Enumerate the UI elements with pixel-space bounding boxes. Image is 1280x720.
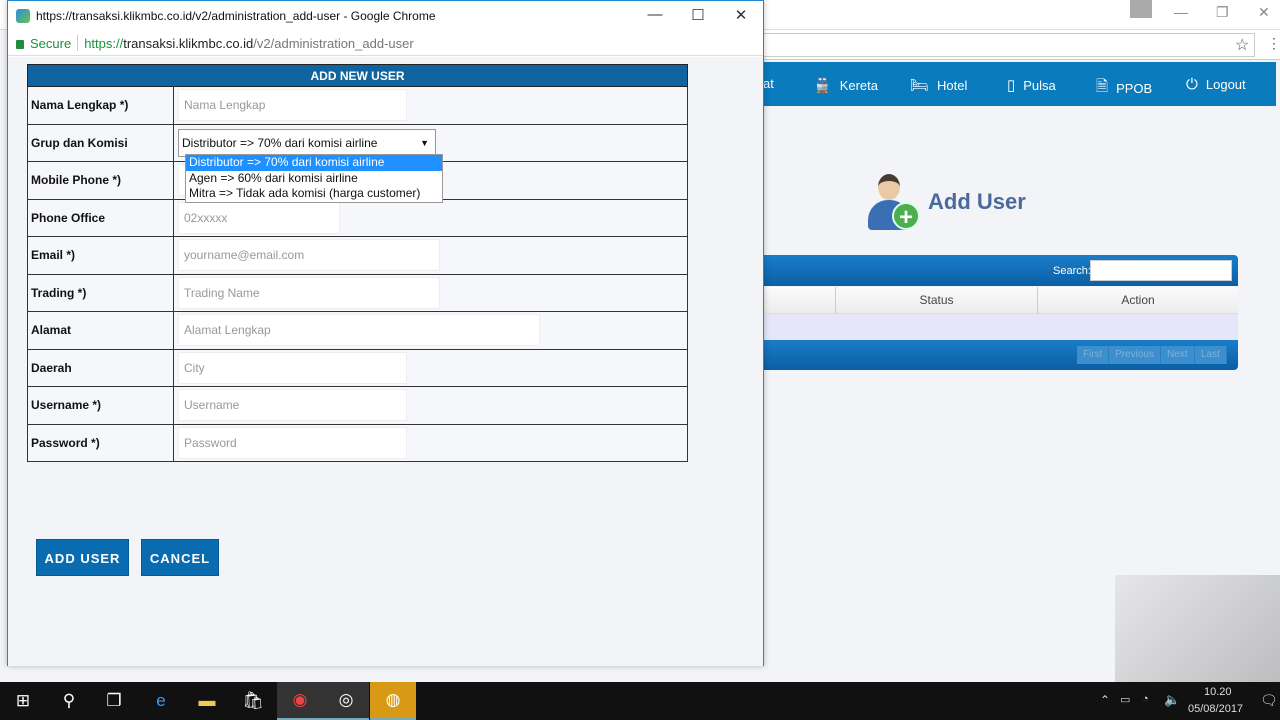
chevron-up-icon[interactable]: ⌃ bbox=[1100, 693, 1110, 707]
store-icon[interactable]: 🛍 bbox=[230, 682, 276, 720]
field-label: Nama Lengkap *) bbox=[27, 86, 174, 125]
field-label: Alamat bbox=[27, 311, 174, 350]
previous-page-button[interactable]: Previous bbox=[1109, 346, 1161, 364]
nav-item-hotel[interactable]: 🛏 Hotel bbox=[910, 76, 967, 94]
background-address-bar: ☆ ⋮ bbox=[763, 30, 1280, 60]
form-header: ADD NEW USER bbox=[27, 64, 688, 87]
trading-input[interactable] bbox=[178, 276, 440, 309]
lock-icon bbox=[16, 39, 24, 49]
field-label: Username *) bbox=[27, 386, 174, 425]
page-favicon-icon bbox=[16, 9, 30, 23]
document-icon: 🗎 bbox=[1096, 78, 1109, 95]
maximize-icon[interactable]: ☐ bbox=[683, 6, 713, 24]
column-action[interactable]: Action bbox=[1037, 287, 1238, 314]
page-title: + Add User bbox=[866, 172, 1026, 232]
password-input[interactable] bbox=[178, 426, 407, 459]
nav-item-ppob[interactable]: 🗎 PPOB bbox=[1096, 76, 1152, 101]
clock-time[interactable]: 10.20 bbox=[1204, 686, 1232, 698]
nav-item-truncated[interactable]: at bbox=[763, 76, 774, 91]
next-page-button[interactable]: Next bbox=[1161, 346, 1195, 364]
system-tray: ⌃ ▭ ◔ 🔈 10.20 05/08/2017 🗨 bbox=[1090, 682, 1280, 720]
username-input[interactable] bbox=[178, 389, 407, 422]
train-icon: 🚆 bbox=[813, 77, 832, 94]
background-nav-bar: at 🚆 Kereta 🛏 Hotel ▯ Pulsa 🗎 PPOB ⏻ Logout bbox=[763, 62, 1276, 106]
popup-address-bar[interactable]: Secure https://transaksi.klikmbc.co.id/v… bbox=[8, 31, 763, 56]
table-header: Status Action bbox=[763, 287, 1238, 314]
popup-title-bar: https://transaksi.klikmbc.co.id/v2/admin… bbox=[8, 1, 763, 31]
popup-content: ADD NEW USER Nama Lengkap *) Grup dan Ko… bbox=[8, 57, 763, 666]
nav-item-pulsa[interactable]: ▯ Pulsa bbox=[1007, 76, 1056, 94]
bed-icon: 🛏 bbox=[910, 77, 930, 94]
wifi-icon[interactable]: ◔ bbox=[1142, 693, 1149, 705]
url[interactable]: https://transaksi.klikmbc.co.id/v2/admin… bbox=[84, 36, 414, 51]
taskbar: ⊞ ⚲ ❐ e ▬ 🛍 ◉ ◎ ◍ ⌃ ▭ ◔ 🔈 10.20 05/08/20… bbox=[0, 682, 1280, 720]
add-user-button[interactable]: ADD USER bbox=[36, 539, 129, 576]
recorder-icon[interactable]: ◎ bbox=[323, 682, 369, 720]
daerah-input[interactable] bbox=[178, 351, 407, 384]
app-icon[interactable]: ◍ bbox=[370, 682, 416, 720]
search-input[interactable] bbox=[1090, 260, 1232, 281]
column-status[interactable]: Status bbox=[835, 287, 1037, 314]
field-label: Mobile Phone *) bbox=[27, 161, 174, 200]
field-label: Grup dan Komisi bbox=[27, 123, 174, 162]
search-icon[interactable]: ⚲ bbox=[46, 682, 92, 720]
close-icon[interactable]: ✕ bbox=[1258, 4, 1270, 21]
field-label: Email *) bbox=[27, 236, 174, 275]
restore-icon[interactable]: ❐ bbox=[1216, 4, 1229, 21]
last-page-button[interactable]: Last bbox=[1195, 346, 1227, 364]
close-icon[interactable]: ✕ bbox=[726, 6, 756, 24]
volume-icon[interactable]: 🔈 bbox=[1164, 692, 1180, 708]
nav-item-kereta[interactable]: 🚆 Kereta bbox=[813, 76, 878, 94]
clock-date[interactable]: 05/08/2017 bbox=[1188, 703, 1243, 715]
grup-komisi-dropdown-list: Distributor => 70% dari komisi airline A… bbox=[185, 154, 443, 203]
webcam-overlay bbox=[1115, 575, 1280, 682]
phone-office-input[interactable] bbox=[178, 201, 340, 234]
task-view-icon[interactable]: ❐ bbox=[91, 682, 137, 720]
background-window-controls: — ❐ ✕ bbox=[1130, 0, 1280, 30]
field-label: Daerah bbox=[27, 348, 174, 387]
notifications-icon[interactable]: 🗨 bbox=[1260, 692, 1278, 709]
power-icon: ⏻ bbox=[1186, 76, 1198, 93]
profile-icon[interactable] bbox=[1130, 0, 1152, 18]
table-toolbar: Search: bbox=[763, 255, 1238, 286]
popup-window: https://transaksi.klikmbc.co.id/v2/admin… bbox=[7, 0, 764, 666]
nama-lengkap-input[interactable] bbox=[178, 89, 407, 122]
edge-icon[interactable]: e bbox=[138, 682, 184, 720]
dropdown-arrow-icon: ▼ bbox=[420, 137, 429, 148]
cancel-button[interactable]: CANCEL bbox=[141, 539, 219, 576]
nav-item-logout[interactable]: ⏻ Logout bbox=[1186, 76, 1246, 93]
phone-icon: ▯ bbox=[1007, 77, 1016, 94]
chrome-icon[interactable]: ◉ bbox=[277, 682, 323, 720]
battery-icon[interactable]: ▭ bbox=[1120, 693, 1130, 706]
add-user-form: ADD NEW USER Nama Lengkap *) Grup dan Ko… bbox=[27, 64, 688, 462]
email-input[interactable] bbox=[178, 239, 440, 272]
table-footer: First Previous Next Last bbox=[763, 340, 1238, 370]
minimize-icon[interactable]: — bbox=[1174, 4, 1188, 20]
grup-komisi-select[interactable]: Distributor => 70% dari komisi airline ▼ bbox=[178, 128, 436, 157]
dropdown-option-agen[interactable]: Agen => 60% dari komisi airline bbox=[186, 171, 442, 187]
field-label: Phone Office bbox=[27, 198, 174, 237]
dropdown-option-distributor[interactable]: Distributor => 70% dari komisi airline bbox=[186, 155, 442, 171]
menu-icon[interactable]: ⋮ bbox=[1267, 35, 1280, 52]
field-label: Trading *) bbox=[27, 273, 174, 312]
add-user-icon: + bbox=[866, 172, 922, 232]
windows-start-icon[interactable]: ⊞ bbox=[0, 682, 46, 720]
file-explorer-icon[interactable]: ▬ bbox=[184, 682, 230, 720]
dropdown-option-mitra[interactable]: Mitra => Tidak ada komisi (harga custome… bbox=[186, 186, 442, 202]
first-page-button[interactable]: First bbox=[1077, 346, 1110, 364]
table-row bbox=[763, 314, 1238, 340]
field-label: Password *) bbox=[27, 423, 174, 462]
alamat-input[interactable] bbox=[178, 314, 540, 347]
bookmark-star-icon[interactable]: ☆ bbox=[1235, 35, 1249, 55]
minimize-icon[interactable]: — bbox=[640, 6, 670, 23]
